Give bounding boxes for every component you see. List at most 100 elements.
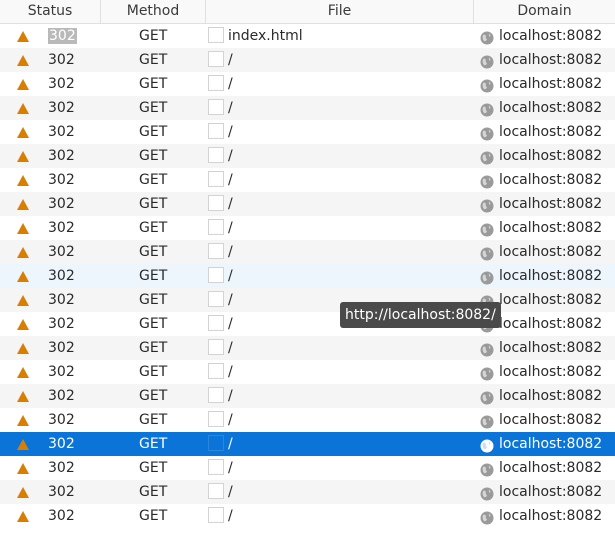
request-row[interactable]: 302 GET / localhost:8082 — [0, 408, 615, 432]
method-cell: GET — [139, 244, 168, 260]
warning-triangle-icon — [17, 24, 31, 48]
status-code: 302 — [48, 388, 75, 404]
request-row[interactable]: 302 GET / localhost:8082 — [0, 192, 615, 216]
file-thumbnail-icon — [208, 291, 224, 307]
method-cell: GET — [139, 340, 168, 356]
request-row[interactable]: 302 GET / localhost:8082 — [0, 240, 615, 264]
status-cell: 302 — [48, 24, 77, 48]
request-row[interactable]: 302 GET / localhost:8082 — [0, 504, 615, 528]
globe-icon — [480, 461, 494, 477]
method-cell: GET — [139, 172, 168, 188]
file-thumbnail-icon — [208, 195, 224, 211]
status-code: 302 — [48, 148, 75, 164]
warning-triangle-icon — [17, 216, 31, 240]
domain-cell: localhost:8082 — [499, 484, 603, 500]
file-cell: / — [228, 436, 233, 452]
globe-icon — [480, 341, 494, 357]
request-row[interactable]: 302 GET / localhost:8082 — [0, 120, 615, 144]
status-code: 302 — [48, 220, 75, 236]
file-thumbnail-icon — [208, 315, 224, 331]
method-cell: GET — [139, 484, 168, 500]
domain-cell: localhost:8082 — [499, 268, 603, 284]
request-row[interactable]: 302 GET / localhost:8082 — [0, 48, 615, 72]
globe-icon — [480, 437, 494, 453]
file-thumbnail-icon — [208, 387, 224, 403]
globe-icon — [480, 101, 494, 117]
request-row[interactable]: 302 GET / localhost:8082 — [0, 216, 615, 240]
file-thumbnail-icon — [208, 483, 224, 499]
file-thumbnail-icon — [208, 171, 224, 187]
request-row[interactable]: 302 GET / localhost:8082 — [0, 288, 615, 312]
globe-icon — [480, 389, 494, 405]
request-row[interactable]: 302 GET index.html localhost:8082 — [0, 24, 615, 48]
file-cell: / — [228, 412, 233, 428]
warning-triangle-icon — [17, 240, 31, 264]
domain-cell: localhost:8082 — [499, 220, 603, 236]
status-code: 302 — [48, 28, 77, 44]
warning-triangle-icon — [17, 432, 31, 456]
globe-icon — [480, 221, 494, 237]
domain-cell: localhost:8082 — [499, 460, 603, 476]
method-cell: GET — [139, 460, 168, 476]
column-header-method[interactable]: Method — [101, 0, 206, 23]
domain-cell: localhost:8082 — [499, 388, 603, 404]
file-cell: / — [228, 52, 233, 68]
method-cell: GET — [139, 100, 168, 116]
request-row[interactable]: 302 GET / localhost:8082 — [0, 144, 615, 168]
domain-cell: localhost:8082 — [499, 436, 603, 452]
status-code: 302 — [48, 460, 75, 476]
status-code: 302 — [48, 196, 75, 212]
request-row[interactable]: 302 GET / localhost:8082 — [0, 456, 615, 480]
warning-triangle-icon — [17, 504, 31, 528]
request-row[interactable]: 302 GET / localhost:8082 — [0, 384, 615, 408]
file-cell: / — [228, 124, 233, 140]
request-row[interactable]: 302 GET / localhost:8082 — [0, 480, 615, 504]
status-code: 302 — [48, 124, 75, 140]
file-cell: / — [228, 388, 233, 404]
domain-cell: localhost:8082 — [499, 124, 603, 140]
status-code: 302 — [48, 172, 75, 188]
method-cell: GET — [139, 388, 168, 404]
warning-triangle-icon — [17, 480, 31, 504]
file-thumbnail-icon — [208, 27, 224, 43]
globe-icon — [480, 173, 494, 189]
request-row[interactable]: 302 GET / localhost:8082 — [0, 360, 615, 384]
file-thumbnail-icon — [208, 339, 224, 355]
method-cell: GET — [139, 268, 168, 284]
domain-cell: localhost:8082 — [499, 100, 603, 116]
file-thumbnail-icon — [208, 75, 224, 91]
domain-cell: localhost:8082 — [499, 52, 603, 68]
warning-triangle-icon — [17, 144, 31, 168]
warning-triangle-icon — [17, 120, 31, 144]
request-row[interactable]: 302 GET / localhost:8082 — [0, 264, 615, 288]
file-cell: / — [228, 460, 233, 476]
globe-icon — [480, 269, 494, 285]
column-header-domain[interactable]: Domain — [474, 0, 615, 23]
column-header-status[interactable]: Status — [0, 0, 101, 23]
file-cell: / — [228, 196, 233, 212]
warning-triangle-icon — [17, 168, 31, 192]
file-thumbnail-icon — [208, 123, 224, 139]
file-thumbnail-icon — [208, 267, 224, 283]
request-row[interactable]: 302 GET / localhost:8082 — [0, 72, 615, 96]
status-code: 302 — [48, 316, 75, 332]
request-row[interactable]: 302 GET / localhost:8082 — [0, 168, 615, 192]
globe-icon — [480, 365, 494, 381]
request-row[interactable]: 302 GET / localhost:8082 — [0, 96, 615, 120]
file-thumbnail-icon — [208, 99, 224, 115]
warning-triangle-icon — [17, 408, 31, 432]
column-header-file[interactable]: File — [206, 0, 474, 23]
method-cell: GET — [139, 196, 168, 212]
file-cell: / — [228, 268, 233, 284]
request-row[interactable]: 302 GET / localhost:8082 — [0, 336, 615, 360]
file-thumbnail-icon — [208, 219, 224, 235]
status-code: 302 — [48, 484, 75, 500]
request-row[interactable]: 302 GET / localhost:8082 — [0, 432, 615, 456]
globe-icon — [480, 77, 494, 93]
method-cell: GET — [139, 52, 168, 68]
globe-icon — [480, 413, 494, 429]
warning-triangle-icon — [17, 360, 31, 384]
request-row[interactable]: 302 GET / localhost:8082 — [0, 312, 615, 336]
column-header-bar: Status Method File Domain — [0, 0, 615, 24]
warning-triangle-icon — [17, 336, 31, 360]
